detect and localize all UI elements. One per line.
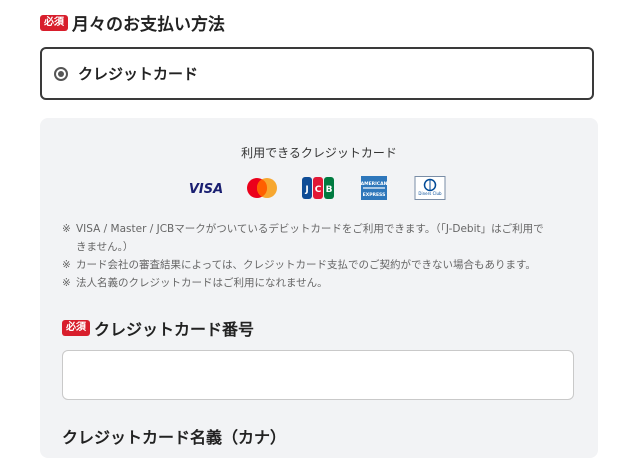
- jcb-logo-icon: J C B: [298, 176, 338, 200]
- svg-text:AMERICAN: AMERICAN: [361, 181, 388, 187]
- svg-text:Diners Club: Diners Club: [418, 191, 442, 196]
- card-notes: ※ VISA / Master / JCBマークがついているデビットカードをご利…: [62, 220, 582, 292]
- radio-selected-icon[interactable]: [54, 66, 68, 81]
- svg-text:J: J: [304, 185, 308, 195]
- credit-card-panel: 利用できるクレジットカード VISA J C B AMERICAN EXPRES…: [40, 118, 598, 458]
- note-item: ※ 法人名義のクレジットカードはご利用になれません。: [62, 277, 328, 289]
- diners-club-logo-icon: Diners Club: [410, 176, 450, 200]
- available-cards-title: 利用できるクレジットカード: [241, 146, 397, 160]
- svg-text:VISA: VISA: [189, 182, 223, 197]
- svg-text:C: C: [315, 185, 322, 195]
- visa-logo-icon: VISA: [186, 176, 226, 200]
- payment-method-heading: 必須 月々のお支払い方法: [40, 10, 225, 35]
- note-item: きません。）: [76, 241, 134, 253]
- credit-card-option-label: クレジットカード: [78, 65, 199, 83]
- mastercard-logo-icon: [242, 176, 282, 200]
- card-name-heading: クレジットカード名義（カナ）: [62, 428, 287, 447]
- payment-method-title: 月々のお支払い方法: [72, 15, 225, 35]
- svg-text:EXPRESS: EXPRESS: [363, 192, 386, 198]
- amex-logo-icon: AMERICAN EXPRESS: [354, 176, 394, 200]
- card-number-label: クレジットカード番号: [94, 320, 255, 339]
- card-logos: VISA J C B AMERICAN EXPRESS Diners Club: [186, 176, 450, 200]
- note-item: ※ VISA / Master / JCBマークがついているデビットカードをご利…: [62, 223, 544, 235]
- card-number-input[interactable]: [62, 350, 574, 400]
- note-item: ※ カード会社の審査結果によっては、クレジットカード支払でのご契約ができない場合…: [62, 259, 536, 271]
- required-badge: 必須: [62, 320, 90, 336]
- credit-card-option[interactable]: クレジットカード: [40, 47, 594, 100]
- card-number-heading: 必須 クレジットカード番号: [62, 316, 254, 340]
- svg-text:B: B: [326, 185, 333, 195]
- required-badge: 必須: [40, 14, 68, 31]
